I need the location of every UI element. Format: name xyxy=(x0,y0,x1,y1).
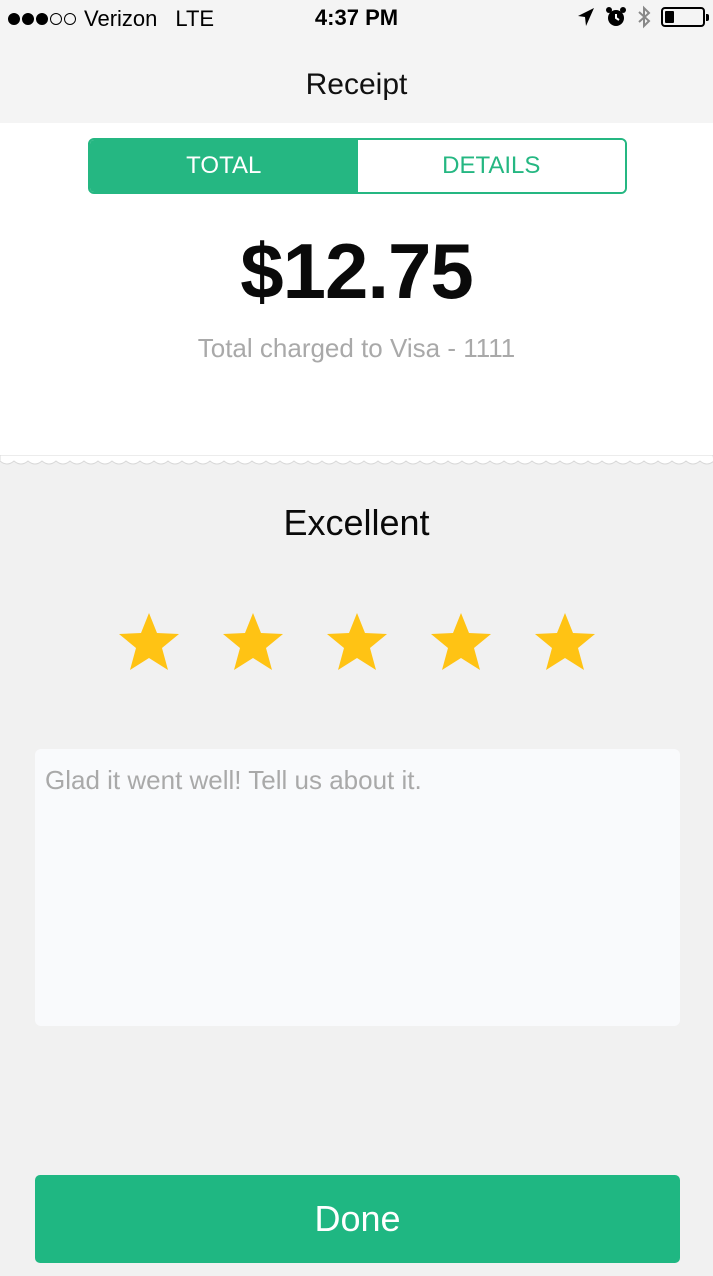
star-icon[interactable] xyxy=(221,610,285,674)
tab-details[interactable]: DETAILS xyxy=(357,140,625,192)
star-rating xyxy=(0,610,713,674)
location-arrow-icon xyxy=(578,8,594,26)
status-bar: Verizon LTE 4:37 PM xyxy=(0,0,713,38)
payment-caption: Total charged to Visa - 1111 xyxy=(197,333,516,363)
feedback-input[interactable] xyxy=(35,749,680,1026)
total-amount: $12.75 xyxy=(240,227,474,315)
battery-icon xyxy=(661,7,709,27)
receipt-torn-edge xyxy=(0,455,713,465)
navigation-bar: Receipt xyxy=(0,38,713,123)
tab-total[interactable]: TOTAL xyxy=(90,140,358,192)
done-button[interactable]: Done xyxy=(35,1175,680,1263)
status-right xyxy=(577,5,709,29)
star-icon[interactable] xyxy=(533,610,597,674)
page-title: Receipt xyxy=(305,68,408,101)
battery-level xyxy=(665,11,674,23)
alarm-icon xyxy=(606,7,626,26)
star-icon[interactable] xyxy=(325,610,389,674)
star-icon[interactable] xyxy=(429,610,493,674)
rating-label: Excellent xyxy=(283,502,430,543)
receipt-tab-control: TOTAL DETAILS xyxy=(88,138,627,194)
bluetooth-icon xyxy=(638,5,651,29)
star-icon[interactable] xyxy=(117,610,181,674)
